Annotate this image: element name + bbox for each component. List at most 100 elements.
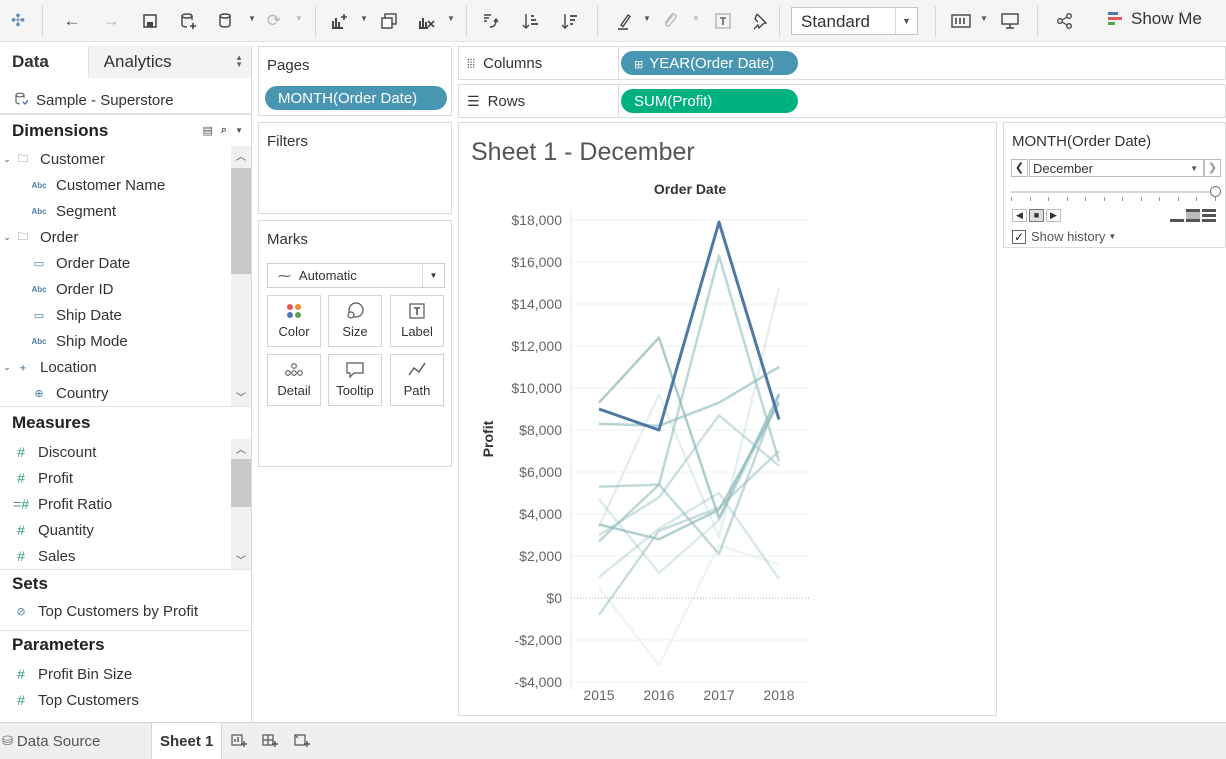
field-label: Quantity xyxy=(38,521,94,539)
redo-icon[interactable]: → xyxy=(98,8,124,34)
slider-tick xyxy=(1215,197,1216,201)
speed-medium-icon[interactable] xyxy=(1186,209,1200,222)
duplicate-sheet-icon[interactable] xyxy=(376,8,402,34)
scroll-down-icon[interactable]: ﹀ xyxy=(231,389,251,404)
chevron-down-icon[interactable]: ▼ xyxy=(295,14,303,23)
save-icon[interactable] xyxy=(137,8,163,34)
path-button[interactable]: Path xyxy=(390,354,444,406)
sort-ascending-icon[interactable] xyxy=(518,8,544,34)
datasource-item[interactable]: Sample - Superstore xyxy=(0,78,251,114)
fix-axes-icon[interactable] xyxy=(746,8,772,34)
scroll-thumb[interactable] xyxy=(231,168,251,274)
undo-icon[interactable]: ← xyxy=(59,8,85,34)
share-icon[interactable] xyxy=(1052,8,1078,34)
measures-scrollbar[interactable]: ︿ ﹀ xyxy=(231,439,251,569)
new-worksheet-icon[interactable] xyxy=(231,732,247,751)
color-button[interactable]: Color xyxy=(267,295,321,347)
field-order-id[interactable]: Abc Order ID xyxy=(0,276,251,302)
pages-pill[interactable]: MONTH(Order Date) xyxy=(265,86,447,110)
chevron-down-icon[interactable]: ▼ xyxy=(235,124,243,137)
field-quantity[interactable]: # Quantity xyxy=(0,517,251,543)
scroll-up-icon[interactable]: ︿ xyxy=(231,441,251,456)
view-list-icon[interactable]: ▤ xyxy=(203,124,213,137)
mark-type-select[interactable]: ⁓ Automatic ▼ xyxy=(267,263,445,288)
size-button[interactable]: Size xyxy=(328,295,382,347)
datasource-icon: ⛁ xyxy=(2,733,13,748)
dimensions-scrollbar[interactable]: ︿ ﹀ xyxy=(231,146,251,406)
show-cards-icon[interactable] xyxy=(948,8,974,34)
highlight-icon[interactable] xyxy=(612,8,638,34)
detail-button[interactable]: Detail xyxy=(267,354,321,406)
field-ship-date[interactable]: ▭ Ship Date xyxy=(0,302,251,328)
play-forward-icon[interactable]: ▶ xyxy=(1046,209,1061,222)
presentation-mode-icon[interactable] xyxy=(997,8,1023,34)
new-dashboard-icon[interactable] xyxy=(262,732,278,751)
chevron-down-icon[interactable]: ▼ xyxy=(692,14,700,23)
refresh-icon[interactable]: ⟳ xyxy=(261,8,287,34)
play-backward-icon[interactable]: ◀ xyxy=(1012,209,1027,222)
show-history-control[interactable]: ✓ Show history ▼ xyxy=(1012,229,1116,244)
field-profit-ratio[interactable]: =# Profit Ratio xyxy=(0,491,251,517)
parameter-profit-bin-size[interactable]: # Profit Bin Size xyxy=(0,661,251,687)
folder-customer[interactable]: ⌄ 🗀 Customer xyxy=(0,146,251,172)
expand-icon[interactable]: ⊞ xyxy=(634,59,643,71)
columns-pill[interactable]: ⊞ YEAR(Order Date) xyxy=(621,51,798,75)
field-country[interactable]: ⊕ Country xyxy=(0,380,251,406)
chevron-down-icon[interactable]: ▼ xyxy=(980,14,988,23)
pause-updates-icon[interactable] xyxy=(214,8,240,34)
swap-rows-columns-icon[interactable] xyxy=(477,8,503,34)
rows-pill[interactable]: SUM(Profit) xyxy=(621,89,798,113)
data-source-tab[interactable]: ⛁ Data Source xyxy=(2,723,100,759)
clear-sheet-icon[interactable] xyxy=(413,8,439,34)
field-sales[interactable]: # Sales xyxy=(0,543,251,569)
sort-descending-icon[interactable] xyxy=(557,8,583,34)
slider-thumb[interactable] xyxy=(1210,186,1221,197)
folder-icon: 🗀 xyxy=(17,230,29,243)
chevron-down-icon[interactable]: ▼ xyxy=(248,14,256,23)
group-members-icon[interactable] xyxy=(657,8,683,34)
tableau-logo-icon[interactable]: ✣ xyxy=(5,8,31,34)
parameter-top-customers[interactable]: # Top Customers xyxy=(0,687,251,713)
chevron-down-icon[interactable]: ▼ xyxy=(447,14,455,23)
scroll-thumb[interactable] xyxy=(231,459,251,507)
new-worksheet-icon[interactable] xyxy=(326,8,352,34)
y-tick-label: -$4,000 xyxy=(515,674,563,690)
next-page-icon[interactable]: ❯ xyxy=(1204,159,1221,177)
size-label: Size xyxy=(342,324,368,339)
field-customer-name[interactable]: Abc Customer Name xyxy=(0,172,251,198)
show-history-checkbox[interactable]: ✓ xyxy=(1012,229,1026,244)
page-select[interactable]: December ▼ xyxy=(1029,159,1204,177)
field-ship-mode[interactable]: Abc Ship Mode xyxy=(0,328,251,354)
calculated-measure-icon: =# xyxy=(13,496,29,512)
field-order-date[interactable]: ▭ Order Date xyxy=(0,250,251,276)
speed-fast-icon[interactable] xyxy=(1202,209,1216,222)
scroll-up-icon[interactable]: ︿ xyxy=(231,148,251,163)
field-profit[interactable]: # Profit xyxy=(0,465,251,491)
filters-card[interactable]: Filters xyxy=(258,122,452,214)
measures-title: Measures xyxy=(12,413,91,432)
new-datasource-icon[interactable] xyxy=(176,8,202,34)
tab-data[interactable]: Data xyxy=(0,46,88,78)
field-segment[interactable]: Abc Segment xyxy=(0,198,251,224)
hierarchy-location[interactable]: ⌄ ᚐ Location xyxy=(0,354,251,380)
label-button[interactable]: Label xyxy=(390,295,444,347)
speed-slow-icon[interactable] xyxy=(1170,209,1184,222)
set-top-customers[interactable]: ⊘ Top Customers by Profit xyxy=(0,598,251,624)
search-icon[interactable]: ⌕ xyxy=(221,124,227,137)
page-slider[interactable] xyxy=(1011,186,1221,197)
previous-page-icon[interactable]: ❮ xyxy=(1011,159,1028,177)
show-mark-labels-icon[interactable] xyxy=(710,8,736,34)
show-me-button[interactable]: Show Me xyxy=(1108,9,1202,29)
field-discount[interactable]: # Discount xyxy=(0,439,251,465)
new-story-icon[interactable] xyxy=(294,732,310,751)
fit-select[interactable]: Standard ▼ xyxy=(791,7,918,35)
chevron-down-icon[interactable]: ▼ xyxy=(360,14,368,23)
stop-icon[interactable]: ■ xyxy=(1029,209,1044,222)
tab-analytics[interactable]: Analytics ▲ ▼ xyxy=(87,46,251,78)
sheet-1-tab[interactable]: Sheet 1 xyxy=(151,723,223,759)
tooltip-button[interactable]: Tooltip xyxy=(328,354,382,406)
scroll-down-icon[interactable]: ﹀ xyxy=(231,552,251,567)
folder-order[interactable]: ⌄ 🗀 Order xyxy=(0,224,251,250)
chevron-down-icon[interactable]: ▼ xyxy=(1108,232,1116,241)
chevron-down-icon[interactable]: ▼ xyxy=(643,14,651,23)
